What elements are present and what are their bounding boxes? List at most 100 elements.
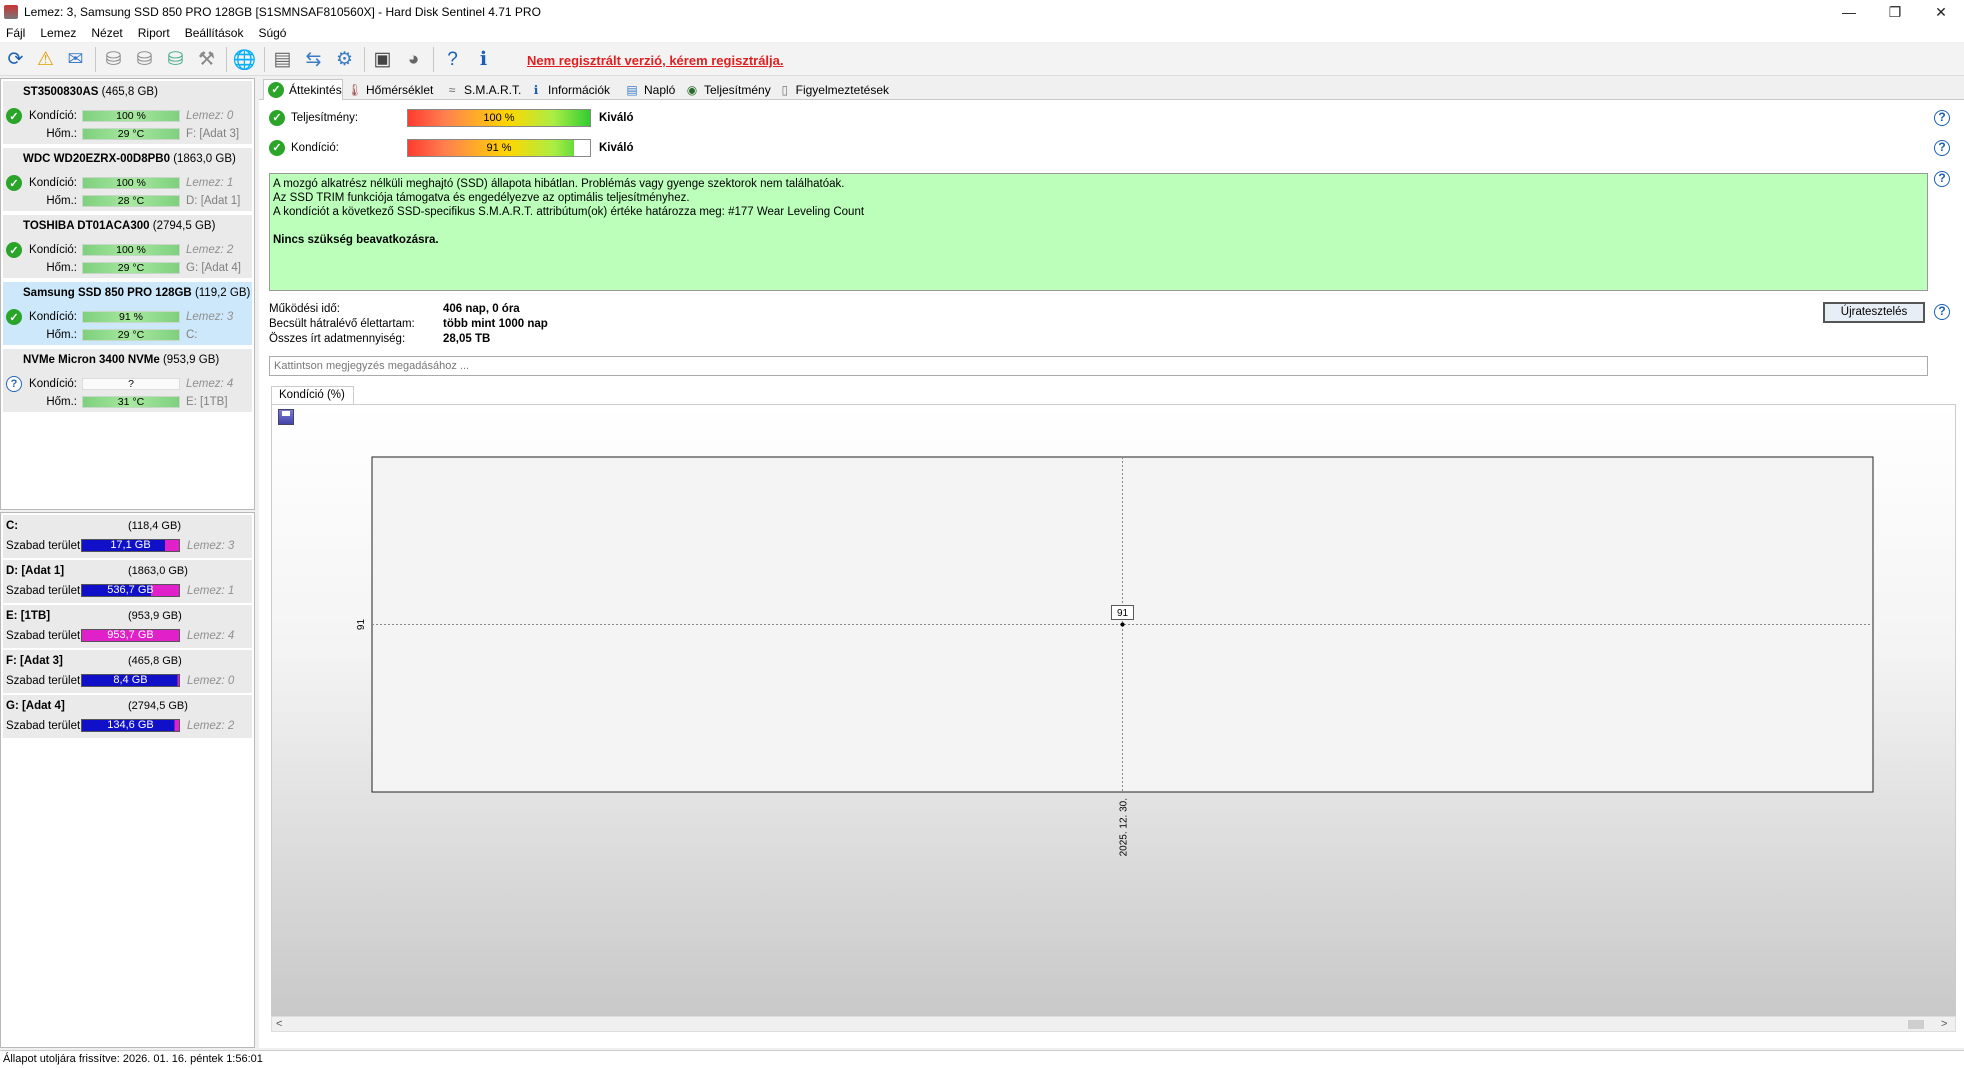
free-space-label: Szabad terület bbox=[6, 630, 81, 642]
free-space-label: Szabad terület bbox=[6, 585, 81, 597]
volume-disk: Lemez: 2 bbox=[187, 720, 235, 732]
lifetime-value: több mint 1000 nap bbox=[443, 318, 548, 330]
tab-log[interactable]: ▤ Napló bbox=[625, 79, 679, 100]
y-tick-label: 91 bbox=[356, 619, 367, 631]
window-title: Lemez: 3, Samsung SSD 850 PRO 128GB [S1S… bbox=[24, 5, 541, 19]
disk-item[interactable]: ST3500830AS (465,8 GB) ✓ Kondíció: 100 %… bbox=[3, 81, 252, 144]
note-input[interactable]: Kattintson megjegyzés megadásához ... bbox=[269, 356, 1928, 376]
lifetime-label: Becsült hátralévő élettartam: bbox=[269, 318, 415, 330]
disk-volumes: G: [Adat 4] bbox=[186, 262, 241, 274]
menu-report[interactable]: Riport bbox=[132, 26, 179, 40]
condition-label: Kondíció: bbox=[29, 244, 77, 256]
register-notice-link[interactable]: Nem regisztrált verzió, kérem regisztrál… bbox=[527, 53, 784, 68]
menu-help[interactable]: Súgó bbox=[252, 26, 295, 40]
tab-alerts[interactable]: ▯ Figyelmeztetések bbox=[779, 79, 890, 100]
temp-label: Hőm.: bbox=[46, 128, 77, 140]
tab-smart[interactable]: ≈ S.M.A.R.T. bbox=[445, 79, 525, 100]
disk-tools-icon[interactable]: ⚒ bbox=[194, 47, 219, 72]
volume-item[interactable]: E: [1TB] (953,9 GB) Szabad terület 953,7… bbox=[3, 605, 252, 648]
disk-name: WDC WD20EZRX-00D8PB0 (1863,0 GB) bbox=[23, 153, 236, 165]
menu-settings[interactable]: Beállítások bbox=[179, 26, 253, 40]
free-space-label: Szabad terület bbox=[6, 540, 81, 552]
scroll-left-icon[interactable]: < bbox=[276, 1017, 282, 1031]
ok-icon: ✓ bbox=[269, 140, 285, 156]
disk-name: ST3500830AS (465,8 GB) bbox=[23, 86, 158, 98]
disk-icon[interactable]: ⛁ bbox=[101, 47, 126, 72]
disk-item[interactable]: WDC WD20EZRX-00D8PB0 (1863,0 GB) ✓ Kondí… bbox=[3, 148, 252, 211]
chart-tab-condition[interactable]: Kondíció (%) bbox=[271, 386, 354, 404]
disk-item[interactable]: NVMe Micron 3400 NVMe (953,9 GB) ? Kondí… bbox=[3, 349, 252, 412]
menu-disk[interactable]: Lemez bbox=[34, 26, 85, 40]
volume-disk: Lemez: 0 bbox=[187, 675, 235, 687]
free-space-bar: 17,1 GB bbox=[81, 539, 180, 552]
log-icon: ▤ bbox=[626, 82, 638, 97]
speedometer-icon: ◉ bbox=[686, 82, 698, 97]
menu-view[interactable]: Nézet bbox=[85, 26, 131, 40]
sound-icon[interactable]: ◕ bbox=[401, 47, 426, 72]
minimize-button[interactable]: — bbox=[1826, 0, 1872, 24]
disk-volumes: D: [Adat 1] bbox=[186, 195, 241, 207]
warning-icon[interactable]: ⚠ bbox=[33, 47, 58, 72]
condition-chart: 91 2025. 12. 30. 91 bbox=[356, 456, 1874, 856]
uptime-value: 406 nap, 0 óra bbox=[443, 303, 520, 315]
volume-disk: Lemez: 3 bbox=[187, 540, 235, 552]
ok-icon: ✓ bbox=[269, 110, 285, 126]
volume-item[interactable]: C: (118,4 GB) Szabad terület 17,1 GB Lem… bbox=[3, 515, 252, 558]
condition-bar: ? bbox=[82, 378, 180, 390]
disk-item[interactable]: TOSHIBA DT01ACA300 (2794,5 GB) ✓ Kondíci… bbox=[3, 215, 252, 278]
retest-button[interactable]: Újratesztelés bbox=[1823, 302, 1925, 323]
horizontal-scrollbar[interactable]: < > bbox=[271, 1016, 1956, 1032]
written-label: Összes írt adatmennyiség: bbox=[269, 333, 406, 345]
status-bar: Állapot utoljára frissítve: 2026. 01. 16… bbox=[0, 1050, 1964, 1068]
volume-name: F: [Adat 3] bbox=[6, 655, 63, 667]
temp-bar: 28 °C bbox=[82, 195, 180, 207]
temp-bar: 29 °C bbox=[82, 128, 180, 140]
performance-value: 100 % bbox=[483, 112, 515, 124]
tab-bar: ✓ Áttekintés 🌡 Hőmérséklet ≈ S.M.A.R.T. ℹ In… bbox=[259, 78, 1964, 100]
document-icon[interactable]: ▤ bbox=[270, 47, 295, 72]
info-icon[interactable]: ℹ bbox=[471, 47, 496, 72]
scroll-right-icon[interactable]: > bbox=[1941, 1017, 1947, 1031]
globe-icon[interactable]: 🌐 bbox=[232, 47, 257, 72]
main-panel: ✓ Áttekintés 🌡 Hőmérséklet ≈ S.M.A.R.T. ℹ In… bbox=[259, 78, 1964, 1048]
volume-name: E: [1TB] bbox=[6, 610, 51, 622]
help-icon[interactable]: ? bbox=[440, 47, 465, 72]
close-button[interactable]: ✕ bbox=[1918, 0, 1964, 24]
report-icon[interactable]: ✉ bbox=[63, 47, 88, 72]
help-icon[interactable]: ? bbox=[1934, 110, 1950, 126]
send-report-icon[interactable]: ⇆ bbox=[301, 47, 326, 72]
disk-number: Lemez: 1 bbox=[186, 177, 234, 189]
temp-label: Hőm.: bbox=[46, 329, 77, 341]
help-icon[interactable]: ? bbox=[1934, 140, 1950, 156]
disk-number: Lemez: 3 bbox=[186, 311, 234, 323]
performance-label: Teljesítmény: bbox=[291, 112, 359, 124]
tab-overview[interactable]: ✓ Áttekintés bbox=[263, 79, 343, 100]
disk-check-icon[interactable]: ⛁ bbox=[163, 47, 188, 72]
condition-bar: 91 % bbox=[407, 139, 591, 157]
disk-test-icon[interactable]: ⛁ bbox=[132, 47, 157, 72]
free-space-label: Szabad terület bbox=[6, 675, 81, 687]
toolbar-separator bbox=[95, 47, 96, 72]
scroll-thumb[interactable] bbox=[1908, 1020, 1924, 1029]
monitor-icon[interactable]: ▣ bbox=[370, 47, 395, 72]
performance-bar: 100 % bbox=[407, 109, 591, 127]
network-icon[interactable]: ⚙ bbox=[332, 47, 357, 72]
left-panel: ST3500830AS (465,8 GB) ✓ Kondíció: 100 %… bbox=[0, 78, 255, 1048]
ok-status-icon: ✓ bbox=[6, 242, 22, 258]
help-icon[interactable]: ? bbox=[1934, 304, 1950, 320]
volume-item[interactable]: F: [Adat 3] (465,8 GB) Szabad terület 8,… bbox=[3, 650, 252, 693]
tab-performance[interactable]: ◉ Teljesítmény bbox=[685, 79, 775, 100]
tab-information[interactable]: ℹ Információk bbox=[529, 79, 613, 100]
window-controls: — ❐ ✕ bbox=[1826, 0, 1964, 24]
volume-item[interactable]: D: [Adat 1] (1863,0 GB) Szabad terület 5… bbox=[3, 560, 252, 603]
help-icon[interactable]: ? bbox=[1934, 171, 1950, 187]
tab-temperature[interactable]: 🌡 Hőmérséklet bbox=[347, 79, 433, 100]
menu-file[interactable]: Fájl bbox=[0, 26, 34, 40]
disk-volumes: F: [Adat 3] bbox=[186, 128, 240, 140]
ok-icon: ✓ bbox=[268, 82, 284, 98]
maximize-button[interactable]: ❐ bbox=[1872, 0, 1918, 24]
refresh-icon[interactable]: ⟳ bbox=[3, 47, 28, 72]
disk-item-selected[interactable]: Samsung SSD 850 PRO 128GB (119,2 GB) ✓ K… bbox=[3, 282, 252, 345]
disk-number: Lemez: 0 bbox=[186, 110, 234, 122]
volume-item[interactable]: G: [Adat 4] (2794,5 GB) Szabad terület 1… bbox=[3, 695, 252, 738]
